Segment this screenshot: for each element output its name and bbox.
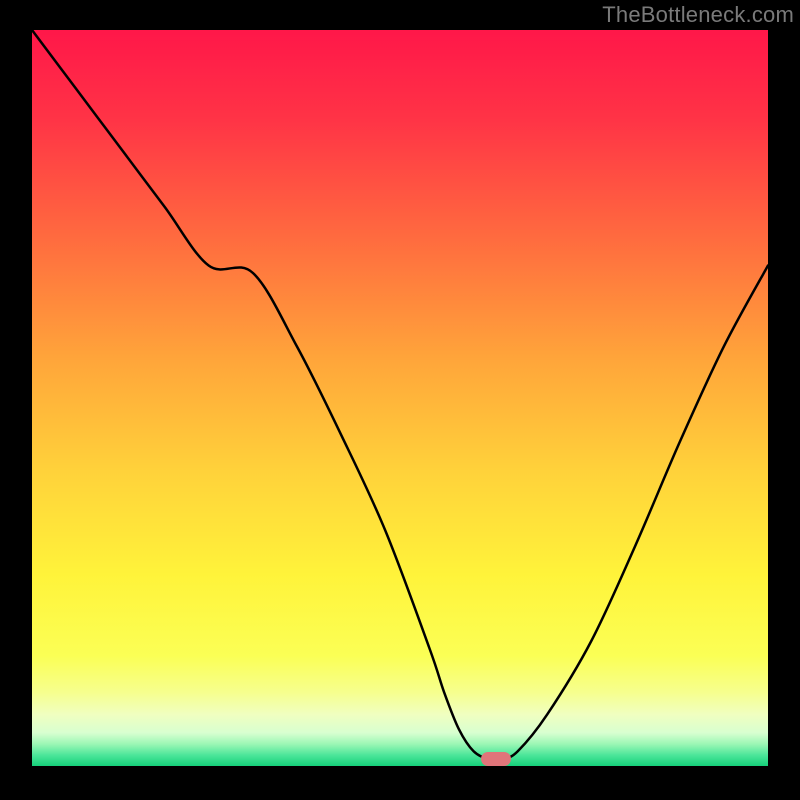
- plot-area: [32, 30, 768, 766]
- chart-root: TheBottleneck.com: [0, 0, 800, 800]
- watermark-text: TheBottleneck.com: [602, 2, 794, 28]
- optimal-point-marker: [481, 752, 511, 766]
- bottleneck-curve: [32, 30, 768, 766]
